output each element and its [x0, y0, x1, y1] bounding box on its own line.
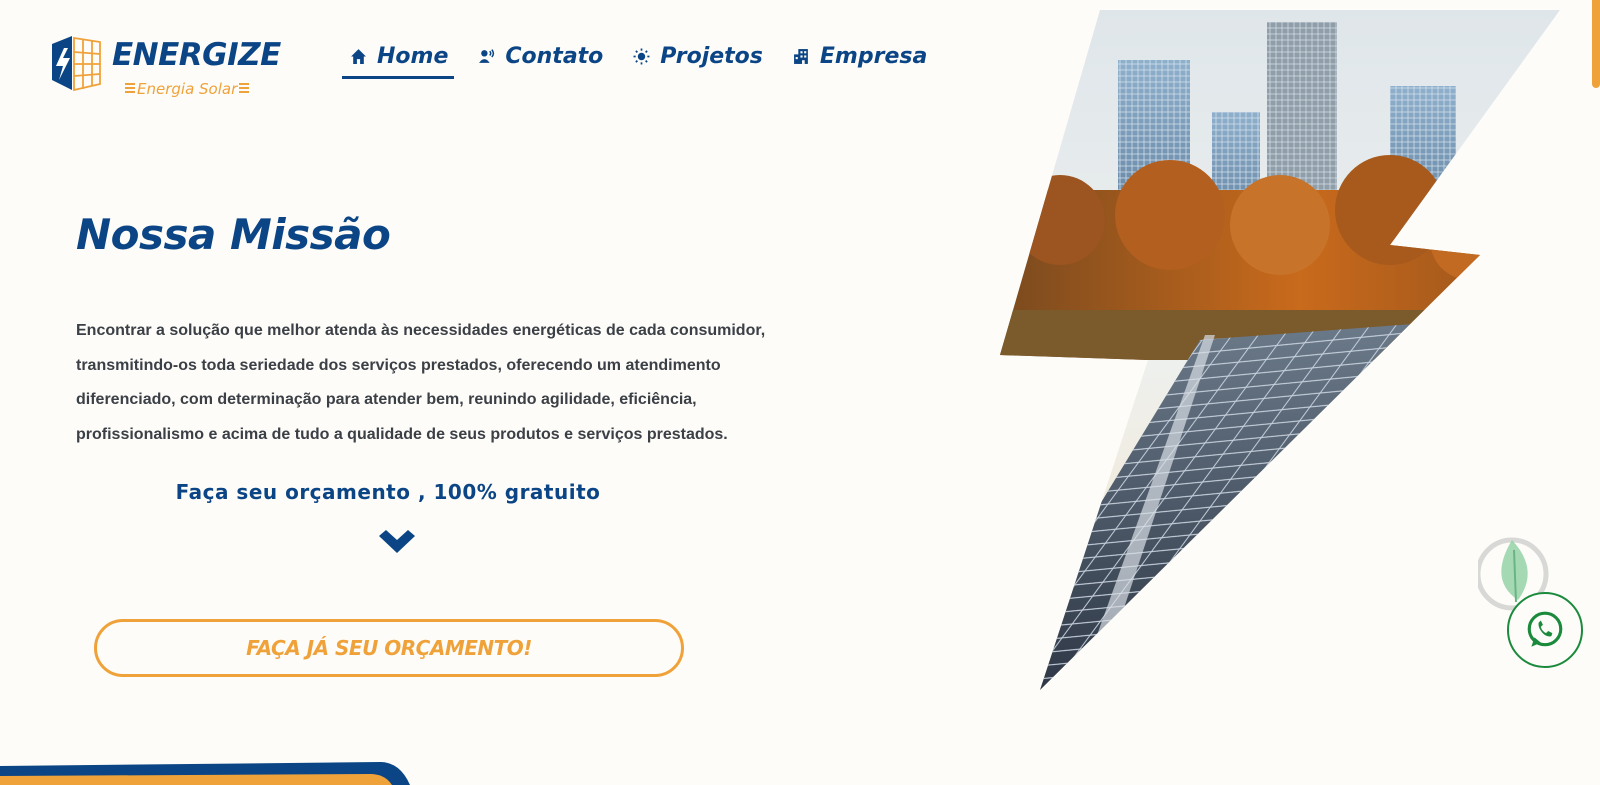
nav-item-home[interactable]: Home: [341, 44, 455, 79]
page-title: Nossa Missão: [76, 210, 391, 259]
building-icon: [793, 49, 808, 64]
nav-label: Empresa: [819, 44, 928, 69]
nav-item-contato[interactable]: Contato: [478, 44, 603, 77]
logo-icon: [52, 36, 101, 92]
whatsapp-icon: [1527, 611, 1563, 647]
nav-label: Projetos: [660, 44, 763, 69]
phone-contact-icon: [479, 49, 495, 63]
quote-button[interactable]: FAÇA JÁ SEU ORÇAMENTO!: [94, 619, 684, 677]
whatsapp-button[interactable]: [1507, 592, 1583, 668]
brand-tagline: Energia Solar: [123, 82, 251, 97]
stripes-icon: [239, 83, 250, 95]
brand-tagline-text: Energia Solar: [137, 80, 238, 98]
nav-label: Home: [377, 44, 449, 69]
footer-wave-shape: [0, 762, 410, 785]
home-icon: [351, 49, 366, 64]
nav-label: Contato: [505, 44, 604, 69]
stripes-icon: [125, 83, 135, 95]
logo[interactable]: ENERGIZE Energia Solar: [50, 34, 281, 104]
brand-name: ENERGIZE: [112, 37, 281, 73]
nav-item-empresa[interactable]: Empresa: [793, 44, 927, 77]
cta-caption: Faça seu orçamento , 100% gratuito: [175, 480, 601, 504]
main-nav: Home Contato Projetos Empresa: [341, 44, 957, 79]
mission-text: Encontrar a solução que melhor atenda às…: [76, 322, 766, 443]
sun-icon: [633, 48, 650, 65]
nav-item-projetos[interactable]: Projetos: [633, 44, 763, 77]
chevron-down-icon: [379, 530, 415, 553]
